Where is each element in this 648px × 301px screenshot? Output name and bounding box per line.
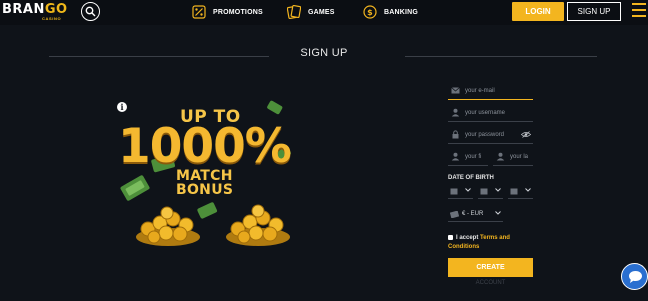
- coin-pile-right-icon: [226, 204, 290, 246]
- email-field[interactable]: your e-mail: [448, 82, 533, 100]
- currency-value: € - EUR: [462, 211, 484, 217]
- money-icon: [450, 211, 459, 218]
- brango-logo[interactable]: BRANGO CASINO: [2, 3, 67, 23]
- accept-prefix: I accept: [456, 235, 479, 241]
- currency-select[interactable]: € - EUR: [448, 207, 503, 222]
- email-placeholder: your e-mail: [465, 87, 495, 94]
- dob-year-select[interactable]: [508, 184, 533, 199]
- username-field[interactable]: your username: [448, 104, 533, 122]
- conditions-link[interactable]: Conditions: [448, 244, 479, 250]
- calendar-icon: [450, 188, 458, 195]
- dob-month-select[interactable]: [478, 184, 503, 199]
- last-name-placeholder: your la: [510, 153, 529, 160]
- envelope-icon: [451, 87, 460, 94]
- search-button[interactable]: [81, 2, 100, 21]
- hamburger-menu-icon[interactable]: [632, 3, 646, 19]
- percent-icon: [192, 5, 206, 19]
- login-button[interactable]: LOGIN: [512, 2, 564, 21]
- banknote-icon: [267, 100, 283, 115]
- dollar-coin-icon: $: [363, 5, 377, 19]
- date-of-birth-label: DATE OF BIRTH: [448, 175, 494, 181]
- nav-games[interactable]: GAMES: [287, 4, 335, 20]
- search-icon: [85, 6, 96, 17]
- chevron-down-icon: [495, 188, 501, 192]
- user-icon: [496, 152, 505, 161]
- cards-icon: [287, 5, 301, 19]
- title-divider-right: [405, 56, 597, 57]
- terms-label: I accept Terms and Conditions: [448, 234, 533, 252]
- coin-pile-left-icon: [136, 206, 200, 246]
- dob-day-select[interactable]: [448, 184, 473, 199]
- user-icon: [451, 108, 460, 117]
- password-placeholder: your password: [465, 131, 505, 138]
- title-divider-left: [49, 56, 269, 57]
- create-account-button[interactable]: CREATE: [448, 258, 533, 277]
- live-chat-button[interactable]: [621, 263, 648, 290]
- calendar-icon: [510, 188, 518, 195]
- last-name-field[interactable]: your la: [493, 148, 533, 166]
- chat-bubble-icon: [629, 271, 642, 283]
- chevron-down-icon: [525, 188, 531, 192]
- nav-games-label: GAMES: [308, 8, 335, 16]
- top-navigation-bar: BRANGO CASINO PROMOTIONS GAMES $ BANKING: [0, 0, 648, 25]
- terms-link[interactable]: Terms and: [480, 235, 510, 241]
- page-title: SIGN UP: [300, 47, 348, 59]
- promo-banner: UP TO 1000% MATCH BONUS: [110, 95, 310, 255]
- nav-promotions-label: PROMOTIONS: [213, 8, 263, 16]
- password-field[interactable]: your password: [448, 126, 533, 144]
- lock-icon: [452, 130, 459, 139]
- promo-percentage: 1000%: [118, 119, 292, 174]
- calendar-icon: [480, 188, 488, 195]
- svg-text:$: $: [367, 8, 373, 17]
- chevron-down-icon: [465, 188, 471, 192]
- chevron-down-icon: [495, 211, 501, 215]
- logo-text-accent: GO: [44, 2, 68, 17]
- signup-header-button[interactable]: SIGN UP: [567, 2, 621, 21]
- username-placeholder: your username: [465, 109, 506, 116]
- logo-wordmark: BRANGO: [2, 3, 67, 16]
- nav-banking[interactable]: $ BANKING: [363, 4, 418, 20]
- promo-bonus: BONUS: [176, 182, 234, 198]
- first-name-placeholder: your fi: [465, 153, 482, 160]
- eye-slash-icon[interactable]: [521, 131, 531, 138]
- banknote-icon: [197, 202, 218, 219]
- logo-text: BRANGO: [2, 2, 68, 17]
- nav-banking-label: BANKING: [384, 8, 419, 16]
- banknote-icon: [120, 175, 150, 201]
- logo-subtitle: CASINO: [42, 16, 62, 21]
- account-link[interactable]: ACCOUNT: [448, 280, 533, 286]
- user-icon: [451, 152, 460, 161]
- first-name-field[interactable]: your fi: [448, 148, 488, 166]
- nav-promotions[interactable]: PROMOTIONS: [192, 4, 263, 20]
